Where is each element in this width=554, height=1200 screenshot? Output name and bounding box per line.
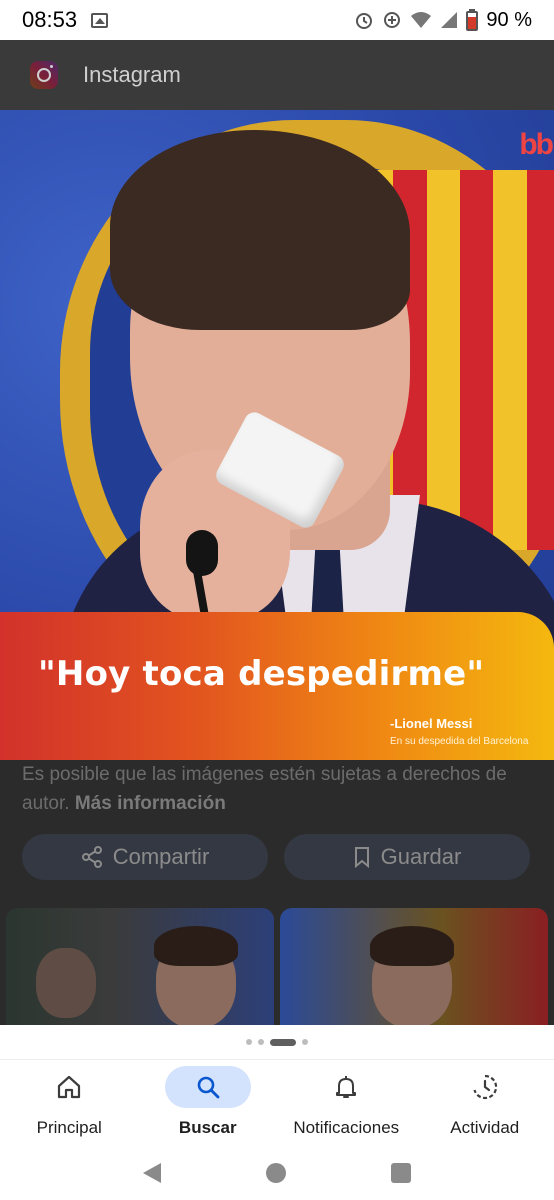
activity-icon <box>473 1074 497 1100</box>
home-button-icon[interactable] <box>265 1162 286 1183</box>
nav-pill <box>442 1066 528 1108</box>
share-icon <box>81 846 102 868</box>
quote-credit-subtitle: En su despedida del Barcelona <box>390 736 529 747</box>
watermark-logo: bb <box>519 128 554 161</box>
system-navigation-bar <box>0 1145 554 1200</box>
app-bar: Instagram <box>0 40 554 110</box>
bottom-navigation: Principal Buscar Notificaciones Activida… <box>0 1059 554 1145</box>
bookmark-icon <box>354 847 369 868</box>
alarm-icon <box>356 13 373 29</box>
quote-banner: "Hoy toca despedirme" -Lionel Messi En s… <box>0 612 554 760</box>
quote-credit-name: -Lionel Messi <box>390 716 473 731</box>
thumbnail-hair <box>154 926 238 966</box>
wifi-icon <box>411 12 432 28</box>
pager-dot <box>246 1039 252 1045</box>
pager-dot-active <box>270 1038 296 1046</box>
signal-icon <box>441 12 458 28</box>
main-image[interactable]: bb "Hoy toca despedirme" -Lionel Messi E… <box>0 110 554 760</box>
nav-label: Buscar <box>178 1118 237 1137</box>
nav-label: Notificaciones <box>293 1118 400 1137</box>
app-title: Instagram <box>83 62 181 87</box>
battery-percent: 90 % <box>486 8 532 31</box>
nav-item-actividad[interactable]: Actividad <box>416 1060 554 1145</box>
battery-icon <box>466 9 479 31</box>
recents-icon[interactable] <box>391 1162 412 1183</box>
nav-item-notificaciones[interactable]: Notificaciones <box>277 1060 416 1145</box>
microphone <box>186 530 218 576</box>
pager-dot <box>258 1039 264 1045</box>
nav-pill-active <box>164 1066 251 1108</box>
bell-icon <box>336 1076 357 1098</box>
more-info-link[interactable]: Más información <box>75 793 226 814</box>
save-label: Guardar <box>380 844 462 869</box>
thumbnail-face <box>36 948 96 1018</box>
quote-text: "Hoy toca despedirme" <box>38 654 485 694</box>
status-time: 08:53 <box>22 7 78 32</box>
status-icons: 90 % <box>354 9 532 32</box>
image-pager <box>0 1025 554 1059</box>
search-icon <box>197 1076 220 1099</box>
thumbnail-hair <box>370 926 454 966</box>
share-label: Compartir <box>112 844 210 869</box>
hair <box>110 130 410 330</box>
nav-item-principal[interactable]: Principal <box>0 1060 139 1145</box>
share-button[interactable]: Compartir <box>22 834 268 880</box>
nav-item-buscar[interactable]: Buscar <box>139 1060 278 1145</box>
related-image-thumbnail[interactable] <box>6 908 274 1025</box>
nav-pill <box>303 1066 389 1108</box>
data-saver-icon <box>384 12 401 28</box>
instagram-logo-icon <box>30 61 58 89</box>
home-icon <box>58 1075 81 1099</box>
gallery-icon <box>91 12 109 28</box>
pager-dot <box>302 1039 308 1045</box>
content-area: Es posible que las imágenes estén sujeta… <box>0 760 554 1025</box>
related-image-thumbnail[interactable] <box>280 908 548 1025</box>
status-bar: 08:53 90 % <box>0 0 554 40</box>
nav-label: Actividad <box>450 1118 520 1137</box>
save-button[interactable]: Guardar <box>284 834 530 880</box>
copyright-notice: Es posible que las imágenes estén sujeta… <box>22 760 542 818</box>
nav-pill <box>26 1066 112 1108</box>
back-icon[interactable] <box>142 1162 161 1183</box>
nav-label: Principal <box>36 1118 102 1137</box>
